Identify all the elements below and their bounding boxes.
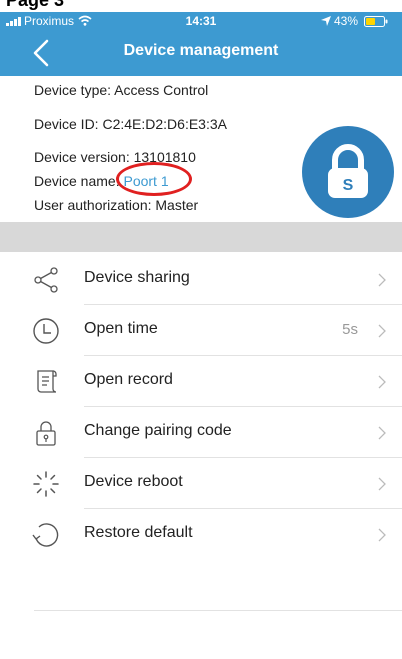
section-separator bbox=[0, 222, 402, 252]
chevron-right-icon bbox=[378, 528, 386, 542]
device-name-label: Device name: bbox=[34, 173, 124, 189]
page-heading: Page 3 bbox=[6, 0, 65, 10]
lock-icon: S bbox=[328, 144, 368, 198]
device-name-row: Device name: Poort 1 bbox=[34, 173, 169, 189]
device-id: Device ID: C2:4E:D2:D6:E3:3A bbox=[34, 116, 227, 132]
menu-item-label: Restore default bbox=[84, 524, 193, 541]
nav-bar: Device management bbox=[0, 32, 402, 76]
menu-item-label: Open time bbox=[84, 320, 158, 337]
open-time-value: 5s bbox=[342, 321, 358, 338]
chevron-right-icon bbox=[378, 375, 386, 389]
menu-item-open-record[interactable]: Open record bbox=[0, 356, 402, 407]
lock-button[interactable]: S bbox=[302, 126, 394, 218]
battery-icon bbox=[364, 16, 388, 27]
device-name-link[interactable]: Poort 1 bbox=[123, 173, 168, 189]
device-version: Device version: 13101810 bbox=[34, 149, 196, 165]
menu-item-device-sharing[interactable]: Device sharing bbox=[0, 254, 402, 305]
menu-item-restore-default[interactable]: Restore default bbox=[0, 509, 402, 560]
restore-icon bbox=[32, 523, 59, 547]
app-screen: Page 3 Proximus 14:31 43% Device managem… bbox=[0, 0, 402, 659]
padlock-icon bbox=[36, 421, 56, 446]
chevron-right-icon bbox=[378, 324, 386, 338]
cropped-page-heading: Page 3 bbox=[0, 0, 402, 12]
bottom-divider bbox=[34, 610, 402, 611]
page-title: Device management bbox=[123, 42, 279, 59]
menu-item-open-time[interactable]: Open time 5s bbox=[0, 305, 402, 356]
menu-item-label: Open record bbox=[84, 371, 173, 388]
menu-item-change-pairing-code[interactable]: Change pairing code bbox=[0, 407, 402, 458]
menu-item-label: Change pairing code bbox=[84, 422, 232, 439]
chevron-right-icon bbox=[378, 477, 386, 491]
reboot-icon bbox=[33, 471, 59, 497]
lock-letter: S bbox=[343, 177, 354, 194]
menu-item-label: Device reboot bbox=[84, 473, 183, 490]
menu-item-device-reboot[interactable]: Device reboot bbox=[0, 458, 402, 509]
location-arrow-icon bbox=[321, 16, 331, 26]
user-authorization: User authorization: Master bbox=[34, 197, 199, 213]
app-header: Proximus 14:31 43% Device management bbox=[0, 12, 402, 76]
record-icon bbox=[37, 370, 57, 393]
status-bar: Proximus 14:31 43% bbox=[0, 12, 402, 32]
share-icon bbox=[34, 267, 58, 293]
device-type: Device type: Access Control bbox=[34, 82, 209, 98]
battery-percent: 43% bbox=[334, 14, 359, 28]
device-info-panel: Device type: Access Control Device ID: C… bbox=[0, 76, 402, 222]
clock-icon bbox=[33, 318, 59, 344]
chevron-right-icon bbox=[378, 273, 386, 287]
chevron-right-icon bbox=[378, 426, 386, 440]
menu-item-label: Device sharing bbox=[84, 269, 190, 286]
